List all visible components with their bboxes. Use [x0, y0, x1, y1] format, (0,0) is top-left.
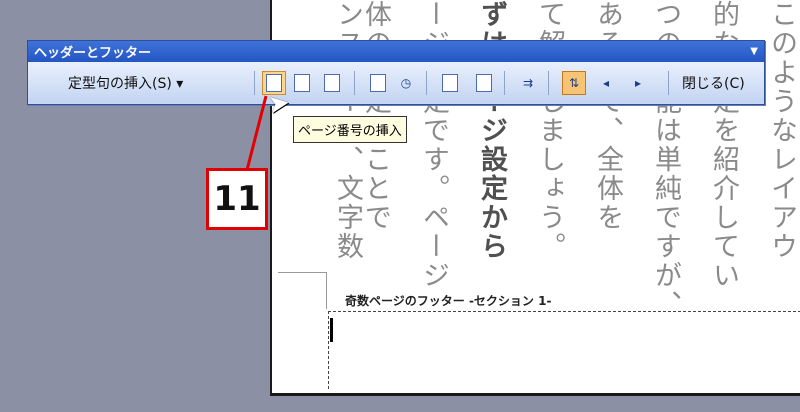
step-number-callout: 11 — [206, 168, 268, 230]
callout-connector — [245, 95, 268, 171]
